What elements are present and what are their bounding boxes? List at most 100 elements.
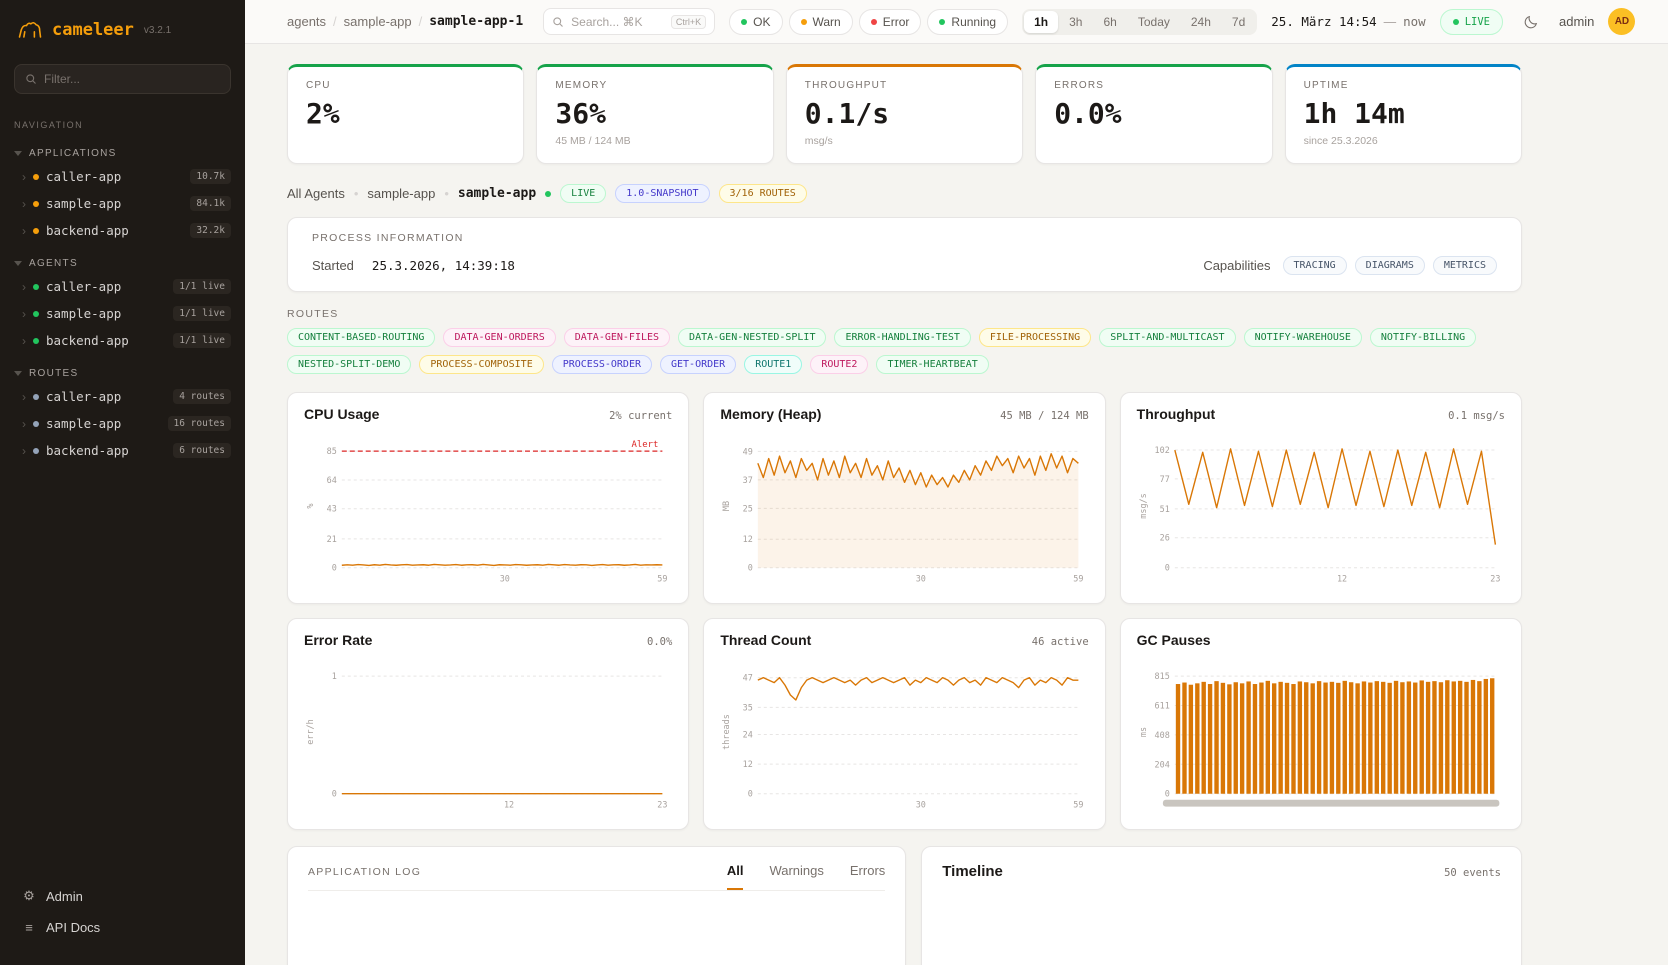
- time-range-1h[interactable]: 1h: [1024, 11, 1058, 33]
- svg-text:102: 102: [1154, 445, 1169, 455]
- route-pill[interactable]: DATA-GEN-FILES: [564, 328, 670, 347]
- user-name: admin: [1559, 14, 1594, 29]
- status-filter-error[interactable]: Error: [859, 9, 922, 35]
- sidebar-item-routes-caller-app[interactable]: › caller-app 4 routes: [0, 383, 245, 410]
- chart-card-throughput: Throughput0.1 msg/s 0265177102msg/s1223: [1120, 392, 1522, 604]
- agent-live-dot: [545, 191, 551, 197]
- svg-text:12: 12: [743, 759, 753, 769]
- section-header-agents[interactable]: AGENTS: [0, 254, 245, 273]
- date-range-display[interactable]: 25. März 14:54 — now: [1271, 14, 1425, 29]
- stat-card-cpu: CPU 2%: [287, 64, 524, 164]
- breadcrumb-agents[interactable]: agents: [287, 14, 326, 29]
- sidebar-item-agent-caller-app[interactable]: › caller-app 1/1 live: [0, 273, 245, 300]
- log-tab-errors[interactable]: Errors: [850, 863, 885, 890]
- status-dot: [33, 174, 39, 180]
- sidebar-item-caller-app[interactable]: › caller-app 10.7k: [0, 163, 245, 190]
- sidebar-item-badge: 16 routes: [168, 416, 231, 431]
- route-pill[interactable]: PROCESS-ORDER: [552, 355, 652, 374]
- svg-text:59: 59: [1074, 574, 1084, 584]
- route-pill[interactable]: PROCESS-COMPOSITE: [419, 355, 543, 374]
- time-range-7d[interactable]: 7d: [1222, 11, 1255, 33]
- time-range-3h[interactable]: 3h: [1059, 11, 1092, 33]
- status-filter-ok[interactable]: OK: [729, 9, 782, 35]
- agent-crumb-all-agents[interactable]: All Agents: [287, 186, 345, 201]
- section-header-routes[interactable]: ROUTES: [0, 364, 245, 383]
- sidebar-item-api-docs[interactable]: ≡ API Docs: [0, 912, 245, 943]
- sidebar-footer: ⚙ Admin ≡ API Docs: [0, 870, 245, 965]
- caret-down-icon: [14, 261, 22, 266]
- avatar[interactable]: AD: [1608, 8, 1635, 35]
- svg-text:%: %: [305, 503, 315, 508]
- process-info-card: PROCESS INFORMATION Started 25.3.2026, 1…: [287, 217, 1522, 292]
- route-pill[interactable]: DATA-GEN-NESTED-SPLIT: [678, 328, 826, 347]
- svg-text:35: 35: [743, 702, 753, 712]
- svg-text:threads: threads: [721, 714, 731, 750]
- breadcrumb: agents / sample-app / sample-app-1: [287, 14, 523, 29]
- stat-label: THROUGHPUT: [805, 80, 1004, 91]
- svg-text:0: 0: [748, 789, 753, 799]
- log-tab-warnings[interactable]: Warnings: [769, 863, 823, 890]
- routes-pill-list: CONTENT-BASED-ROUTING DATA-GEN-ORDERS DA…: [287, 328, 1522, 374]
- chart-current-value: 0.0%: [647, 636, 672, 648]
- svg-text:err/h: err/h: [305, 719, 315, 744]
- stat-value: 2%: [306, 97, 505, 130]
- stat-card-throughput: THROUGHPUT 0.1/s msg/s: [786, 64, 1023, 164]
- nav-section-routes: ROUTES › caller-app 4 routes › sample-ap…: [0, 364, 245, 464]
- sidebar-item-routes-backend-app[interactable]: › backend-app 6 routes: [0, 437, 245, 464]
- route-pill[interactable]: ROUTE2: [810, 355, 868, 374]
- sidebar-item-admin[interactable]: ⚙ Admin: [0, 880, 245, 912]
- breadcrumb-sample-app[interactable]: sample-app: [344, 14, 412, 29]
- status-dot: [33, 228, 39, 234]
- memory-heap-chart: 012253749MB3059: [720, 430, 1088, 588]
- svg-text:msg/s: msg/s: [1138, 493, 1148, 518]
- section-header-applications[interactable]: APPLICATIONS: [0, 144, 245, 163]
- sidebar-filter-input[interactable]: Filter...: [14, 64, 231, 94]
- sidebar-item-backend-app[interactable]: › backend-app 32.2k: [0, 217, 245, 244]
- svg-text:25: 25: [743, 503, 753, 513]
- route-pill[interactable]: NOTIFY-BILLING: [1370, 328, 1476, 347]
- search-icon: [552, 16, 564, 28]
- route-pill[interactable]: ROUTE1: [744, 355, 802, 374]
- status-filter-warn[interactable]: Warn: [789, 9, 853, 35]
- svg-text:64: 64: [327, 475, 337, 485]
- capability-metrics: METRICS: [1433, 256, 1497, 275]
- svg-text:204: 204: [1154, 759, 1169, 769]
- ok-dot: [741, 19, 747, 25]
- chart-title: Throughput: [1137, 406, 1216, 422]
- log-tab-all[interactable]: All: [727, 863, 744, 890]
- running-dot: [939, 19, 945, 25]
- svg-text:815: 815: [1154, 671, 1169, 681]
- route-pill[interactable]: DATA-GEN-ORDERS: [443, 328, 555, 347]
- stat-cards-row: CPU 2% MEMORY 36% 45 MB / 124 MB THROUGH…: [287, 64, 1522, 164]
- stat-value: 36%: [555, 97, 754, 130]
- sidebar-item-routes-sample-app[interactable]: › sample-app 16 routes: [0, 410, 245, 437]
- time-range-24h[interactable]: 24h: [1181, 11, 1221, 33]
- stat-label: CPU: [306, 80, 505, 91]
- sidebar-item-label: backend-app: [46, 333, 166, 348]
- agent-crumb-sample-app[interactable]: sample-app: [367, 186, 435, 201]
- sidebar-item-agent-sample-app[interactable]: › sample-app 1/1 live: [0, 300, 245, 327]
- route-pill[interactable]: NESTED-SPLIT-DEMO: [287, 355, 411, 374]
- svg-text:0: 0: [332, 789, 337, 799]
- time-range-today[interactable]: Today: [1128, 11, 1180, 33]
- chart-card-cpu-usage: CPU Usage2% current 021436485%3059Alert: [287, 392, 689, 604]
- sidebar-item-badge: 6 routes: [173, 443, 231, 458]
- dark-mode-toggle[interactable]: [1517, 8, 1545, 36]
- search-shortcut-kbd: Ctrl+K: [671, 15, 706, 29]
- search-input[interactable]: Search... ⌘K Ctrl+K: [543, 8, 715, 35]
- route-pill[interactable]: SPLIT-AND-MULTICAST: [1099, 328, 1235, 347]
- time-range-6h[interactable]: 6h: [1093, 11, 1126, 33]
- route-pill[interactable]: CONTENT-BASED-ROUTING: [287, 328, 435, 347]
- route-pill[interactable]: GET-ORDER: [660, 355, 736, 374]
- route-pill[interactable]: ERROR-HANDLING-TEST: [834, 328, 970, 347]
- live-toggle[interactable]: LIVE: [1440, 9, 1503, 35]
- crumb-dot-separator: •: [354, 186, 359, 201]
- route-pill[interactable]: TIMER-HEARTBEAT: [876, 355, 988, 374]
- status-filter-running[interactable]: Running: [927, 9, 1008, 35]
- route-pill[interactable]: FILE-PROCESSING: [979, 328, 1091, 347]
- route-pill[interactable]: NOTIFY-WAREHOUSE: [1244, 328, 1362, 347]
- sidebar-item-badge: 32.2k: [190, 223, 231, 238]
- sidebar-item-sample-app[interactable]: › sample-app 84.1k: [0, 190, 245, 217]
- sidebar-item-agent-backend-app[interactable]: › backend-app 1/1 live: [0, 327, 245, 354]
- chevron-right-icon: ›: [22, 307, 26, 321]
